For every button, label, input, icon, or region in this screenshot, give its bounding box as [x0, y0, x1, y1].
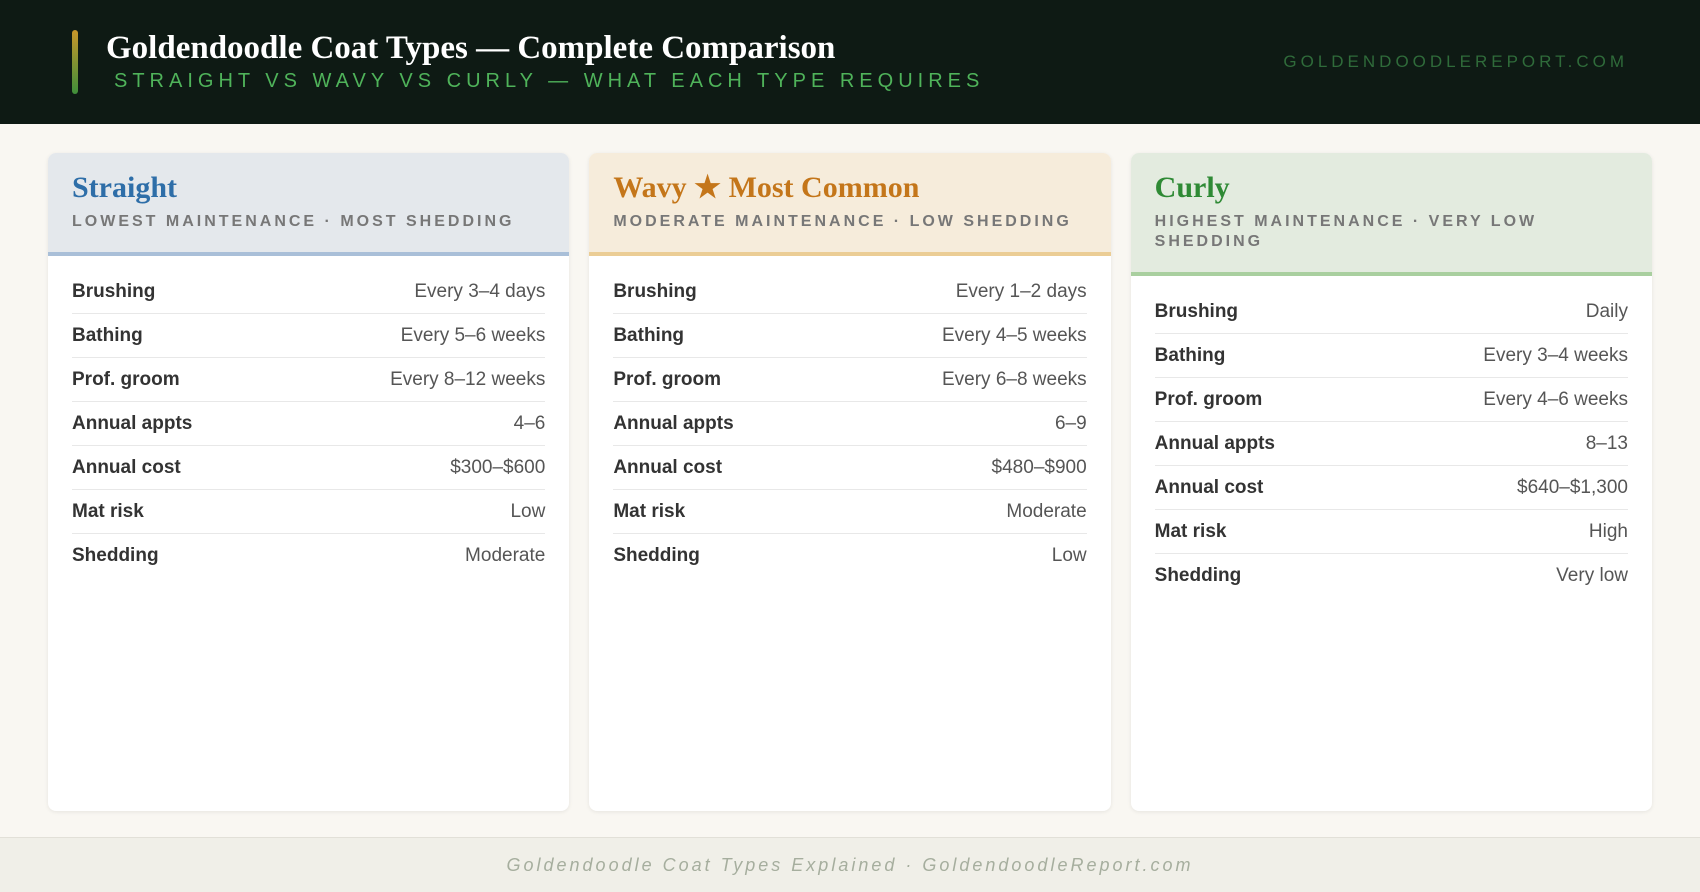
card-subtitle-straight: Lowest maintenance · Most shedding [72, 213, 515, 230]
table-row: Prof. groom Every 4–6 weeks [1154, 378, 1628, 422]
row-value: Low [510, 500, 546, 522]
row-value: Every 8–12 weeks [390, 368, 546, 390]
card-rows-wavy: Brushing Every 1–2 days Bathing Every 4–5 … [589, 256, 1110, 578]
row-label: Bathing [613, 324, 685, 346]
row-label: Prof. groom [613, 368, 721, 390]
row-value: $300–$600 [450, 456, 546, 478]
card-title-straight: Straight [72, 171, 177, 204]
row-label: Shedding [1154, 565, 1242, 586]
table-row: Brushing Daily [1154, 290, 1628, 334]
row-label: Mat risk [1154, 520, 1227, 542]
row-label: Annual appts [1154, 432, 1275, 454]
table-row: Annual cost $640–$1,300 [1154, 466, 1628, 510]
table-row: Bathing Every 3–4 weeks [1154, 334, 1628, 378]
card-curly: Curly Highest maintenance · Very low she… [1130, 153, 1652, 811]
row-label: Brushing [613, 280, 697, 302]
table-row: Mat risk Moderate [613, 490, 1087, 534]
row-label: Prof. groom [72, 368, 180, 390]
site-name: GOLDENDOODLEREPORT.COM [1283, 52, 1628, 71]
row-value: Every 1–2 days [955, 280, 1087, 302]
card-header-curly: Curly Highest maintenance · Very low she… [1130, 153, 1652, 276]
row-value: Daily [1585, 300, 1628, 322]
row-value: High [1588, 520, 1628, 542]
row-value: Every 3–4 weeks [1483, 344, 1628, 366]
row-value: Very low [1556, 565, 1628, 586]
row-value: Every 5–6 weeks [400, 324, 546, 346]
table-row: Mat risk High [1154, 510, 1628, 554]
row-label: Shedding [72, 545, 159, 566]
coat-type-cards: Straight Lowest maintenance · Most shedd… [48, 153, 1652, 811]
row-value: $640–$1,300 [1517, 476, 1628, 498]
row-label: Annual appts [613, 412, 734, 434]
table-row: Shedding Moderate [72, 534, 545, 578]
table-row: Annual appts 6–9 [613, 402, 1087, 446]
row-value: Every 4–5 weeks [941, 324, 1087, 346]
row-label: Brushing [1154, 300, 1239, 322]
header-accent-bar [72, 30, 78, 94]
table-row: Prof. groom Every 6–8 weeks [613, 358, 1087, 402]
row-label: Shedding [613, 545, 700, 566]
card-wavy: Wavy ★ Most Common Moderate maintenance … [589, 153, 1111, 811]
card-header-wavy: Wavy ★ Most Common Moderate maintenance … [589, 153, 1111, 256]
table-row: Shedding Very low [1155, 554, 1628, 598]
card-subtitle-wavy: Moderate maintenance · Low shedding [613, 213, 1072, 230]
table-row: Annual appts 8–13 [1154, 422, 1628, 466]
card-title-wavy: Wavy ★ Most Common [613, 171, 920, 204]
row-value: 6–9 [1054, 412, 1087, 434]
row-value: Every 3–4 days [414, 280, 546, 302]
row-value: Moderate [465, 545, 546, 566]
row-label: Bathing [72, 324, 143, 346]
card-rows-curly: Brushing Daily Bathing Every 3–4 weeks Pro… [1131, 276, 1652, 598]
table-row: Annual appts 4–6 [72, 402, 546, 446]
footer-text: Goldendoodle Coat Types Explained · Gold… [506, 854, 1194, 875]
table-row: Prof. groom Every 8–12 weeks [72, 358, 546, 402]
table-row: Mat risk Low [72, 490, 546, 534]
page-header: Goldendoodle Coat Types — Complete Compa… [0, 0, 1700, 124]
row-value: Every 4–6 weeks [1483, 388, 1628, 410]
table-row: Brushing Every 3–4 days [72, 270, 546, 314]
row-label: Annual cost [613, 456, 723, 478]
table-row: Annual cost $300–$600 [72, 446, 546, 490]
row-label: Annual appts [72, 412, 193, 434]
row-label: Mat risk [72, 500, 144, 522]
row-value: 8–13 [1585, 432, 1628, 454]
row-value: Low [1051, 545, 1087, 566]
row-label: Annual cost [1154, 476, 1264, 498]
card-straight: Straight Lowest maintenance · Most shedd… [48, 153, 570, 811]
table-row: Bathing Every 5–6 weeks [72, 314, 546, 358]
table-row: Annual cost $480–$900 [613, 446, 1087, 490]
row-value: 4–6 [513, 412, 546, 434]
row-label: Mat risk [613, 500, 686, 522]
table-row: Bathing Every 4–5 weeks [613, 314, 1087, 358]
row-label: Prof. groom [1154, 388, 1263, 410]
row-value: $480–$900 [991, 456, 1087, 478]
row-value: Every 6–8 weeks [941, 368, 1087, 390]
row-value: Moderate [1006, 500, 1087, 522]
table-row: Brushing Every 1–2 days [613, 270, 1087, 314]
page-footer: Goldendoodle Coat Types Explained · Gold… [0, 837, 1700, 892]
card-header-straight: Straight Lowest maintenance · Most shedd… [48, 153, 570, 256]
page-title: Goldendoodle Coat Types — Complete Compa… [106, 30, 836, 66]
card-rows-straight: Brushing Every 3–4 days Bathing Every 5–6 … [48, 256, 569, 578]
row-label: Brushing [72, 280, 156, 302]
table-row: Shedding Low [613, 534, 1086, 578]
page-subtitle: STRAIGHT VS WAVY VS CURLY — WHAT EACH TY… [114, 70, 985, 92]
row-label: Bathing [1154, 344, 1226, 366]
row-label: Annual cost [72, 456, 181, 478]
card-subtitle-curly: Highest maintenance · Very low shedding [1154, 213, 1538, 250]
card-title-curly: Curly [1154, 171, 1230, 204]
